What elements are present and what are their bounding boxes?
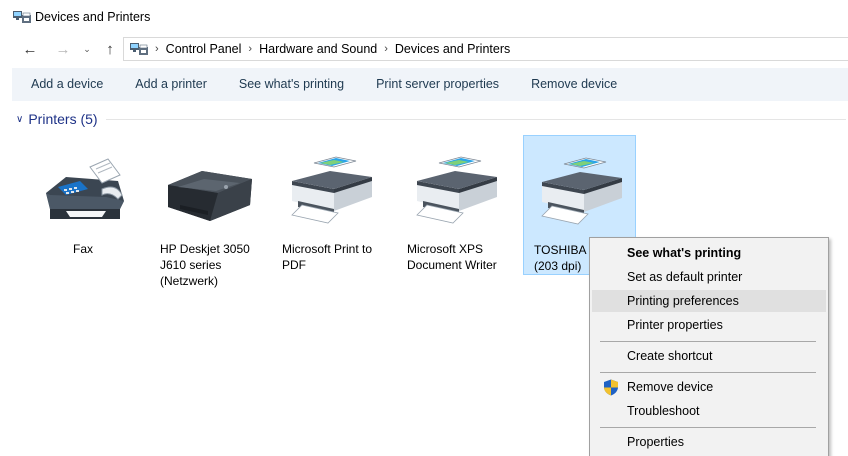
menu-separator — [600, 372, 816, 373]
breadcrumb-devices-and-printers[interactable]: Devices and Printers — [395, 42, 510, 56]
forward-arrow-icon[interactable]: → — [53, 39, 73, 59]
printer-icon — [416, 156, 497, 224]
address-box[interactable]: › Control Panel › Hardware and Sound › D… — [123, 37, 848, 61]
printer-icon — [291, 156, 372, 224]
devices-and-printers-icon — [130, 43, 148, 55]
menu-item-properties[interactable]: Properties — [592, 431, 826, 453]
add-device-button[interactable]: Add a device — [12, 68, 119, 101]
title-bar: Devices and Printers — [0, 0, 848, 34]
group-divider — [105, 118, 846, 120]
menu-item-label: Remove device — [627, 380, 714, 394]
inkjet-printer-icon — [168, 171, 252, 221]
recent-locations-chevron-icon[interactable]: ⌄ — [80, 39, 94, 59]
menu-separator — [600, 341, 816, 342]
device-label: Microsoft Print to PDF — [282, 242, 373, 272]
device-label: Fax — [72, 242, 93, 256]
devices-and-printers-icon — [13, 11, 31, 23]
window-title: Devices and Printers — [35, 10, 151, 24]
add-printer-button[interactable]: Add a printer — [119, 68, 223, 101]
menu-item-printer-properties[interactable]: Printer properties — [592, 314, 826, 336]
device-label: HP Deskjet 3050 J610 series (Netzwerk) — [160, 242, 250, 288]
device-fax[interactable]: Fax — [26, 135, 140, 275]
see-whats-printing-button[interactable]: See what's printing — [223, 68, 360, 101]
print-server-properties-button[interactable]: Print server properties — [360, 68, 515, 101]
menu-item-remove-device[interactable]: Remove device — [592, 376, 826, 398]
address-bar: ← → ⌄ ↑ › Control Panel › Hardware and S… — [0, 35, 848, 63]
breadcrumb-hardware-and-sound[interactable]: Hardware and Sound — [259, 42, 377, 56]
command-bar: Add a device Add a printer See what's pr… — [12, 68, 848, 101]
printers-group-header[interactable]: ∨ Printers (5) — [16, 110, 846, 128]
device-microsoft-print-to-pdf[interactable]: Microsoft Print to PDF — [274, 135, 388, 275]
breadcrumb-control-panel[interactable]: Control Panel — [166, 42, 242, 56]
device-label: Microsoft XPS Document Writer — [407, 242, 497, 272]
breadcrumb-separator-icon[interactable]: › — [248, 43, 252, 55]
up-arrow-icon[interactable]: ↑ — [100, 39, 120, 59]
menu-item-troubleshoot[interactable]: Troubleshoot — [592, 400, 826, 422]
device-hp-deskjet[interactable]: HP Deskjet 3050 J610 series (Netzwerk) — [152, 135, 266, 288]
menu-item-printing-preferences[interactable]: Printing preferences — [592, 290, 826, 312]
uac-shield-icon — [604, 379, 618, 396]
menu-item-see-whats-printing[interactable]: See what's printing — [592, 242, 826, 264]
device-label: TOSHIBA (203 dpi) — [534, 243, 586, 273]
breadcrumb-separator-icon: › — [155, 43, 159, 55]
printer-icon — [541, 157, 622, 225]
group-label[interactable]: Printers (5) — [28, 111, 97, 127]
breadcrumb-separator-icon[interactable]: › — [384, 43, 388, 55]
menu-item-set-as-default-printer[interactable]: Set as default printer — [592, 266, 826, 288]
remove-device-button[interactable]: Remove device — [515, 68, 633, 101]
context-menu: See what's printing Set as default print… — [589, 237, 829, 456]
menu-separator — [600, 427, 816, 428]
collapse-chevron-icon[interactable]: ∨ — [16, 114, 23, 125]
back-arrow-icon[interactable]: ← — [20, 39, 40, 59]
menu-item-create-shortcut[interactable]: Create shortcut — [592, 345, 826, 367]
device-microsoft-xps-document-writer[interactable]: Microsoft XPS Document Writer — [399, 135, 513, 275]
fax-icon — [46, 158, 124, 219]
